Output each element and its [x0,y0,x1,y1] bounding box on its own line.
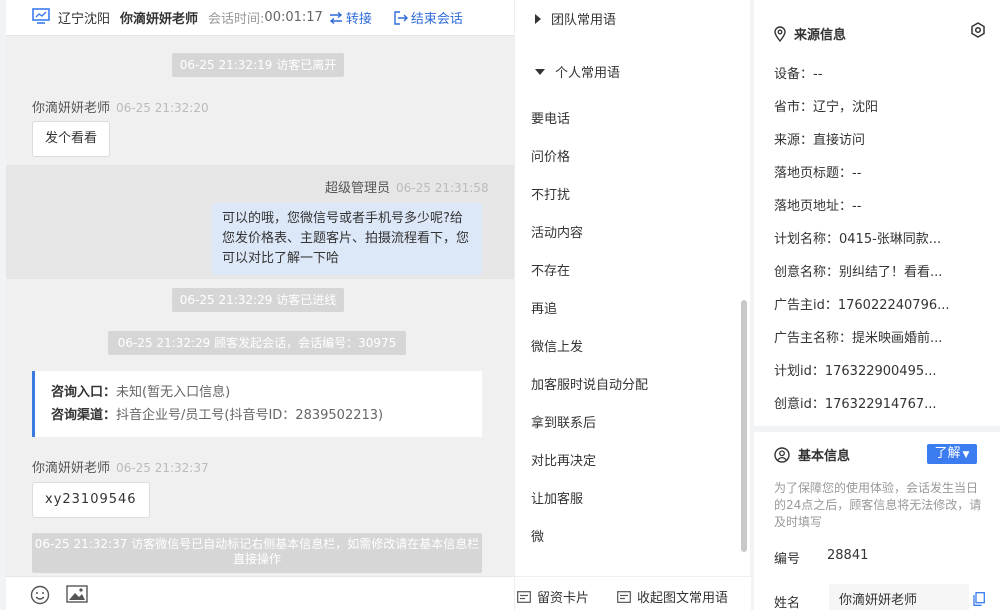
system-message: 06-25 21:32:29 顾客发起会话，会话编号：30975 [108,331,406,355]
source-field-creative-id: 创意id：176322914767... [774,397,937,412]
basic-info-note: 为了保障您的使用体验，会话发生当日的24点之后，顾客信息将无法修改，请及时填写 [774,481,982,529]
chat-header: 辽宁沈阳 你滴妍妍老师 会话时间: 00:01:17 转接 结束会话 [6,0,514,36]
source-field-advertiser-name: 广告主名称：提米映画婚前... [774,331,943,346]
phrase-item[interactable]: 活动内容 [531,222,583,241]
session-time-label: 会话时间: [208,12,265,27]
system-message: 06-25 21:32:37 访客微信号已自动标记右侧基本信息栏，如需修改请在基… [32,533,482,573]
lead-card-button[interactable]: 留资卡片 [517,587,589,606]
phrase-item[interactable]: 不打扰 [531,184,570,203]
message-timestamp: 06-25 21:32:37 [116,461,209,475]
session-time: 00:01:17 [264,10,323,25]
copy-icon[interactable] [973,592,985,606]
message-timestamp: 06-25 21:32:20 [116,101,209,115]
caret-down-icon [535,68,545,75]
message-list[interactable]: 06-25 21:32:19 访客已离开 你滴妍妍老师 06-25 21:32:2… [6,37,514,575]
customer-name-input[interactable] [829,584,969,610]
phrases-scrollbar[interactable] [741,300,747,552]
end-session-button[interactable]: 结束会话 [394,8,463,27]
customer-name-label: 姓名 [774,596,801,610]
monitor-icon [32,8,50,24]
caret-right-icon [535,13,541,24]
phrase-item[interactable]: 对比再决定 [531,450,596,469]
phrase-item[interactable]: 要电话 [531,108,570,127]
settings-icon[interactable] [970,22,986,38]
transfer-button[interactable]: 转接 [329,8,372,27]
consult-entry-row: 咨询入口：未知(暂无入口信息) [51,385,231,400]
message-sender-line: 你滴妍妍老师 06-25 21:32:37 [32,457,209,476]
input-toolbar [6,576,514,610]
message-bubble: xy23109546 [32,482,150,518]
source-field-region: 省市：辽宁，沈阳 [774,100,879,115]
source-field-origin: 来源：直接访问 [774,133,866,148]
sender-name: 你滴妍妍老师 [32,101,111,116]
source-field-landing-url: 落地页地址：-- [774,199,862,214]
exit-icon [394,10,408,25]
phrase-item[interactable]: 再追 [531,298,557,317]
user-circle-icon [774,446,790,463]
source-info-title: 来源信息 [774,24,846,43]
collapse-phrases-button[interactable]: 收起图文常用语 [617,587,728,606]
system-message: 06-25 21:32:29 访客已进线 [172,288,344,312]
visitor-info-panel: 来源信息 设备：-- 省市：辽宁，沈阳 来源：直接访问 落地页标题：-- 落地页… [754,0,1000,610]
phrase-item[interactable]: 微 [531,526,544,545]
consult-channel-row: 咨询渠道：抖音企业号/员工号(抖音号ID：2839502213) [51,408,384,423]
chat-panel: 辽宁沈阳 你滴妍妍老师 会话时间: 00:01:17 转接 结束会话 06-25… [6,0,514,610]
system-message: 06-25 21:32:19 访客已离开 [172,53,344,77]
customer-id-label: 编号 [774,552,801,567]
visitor-location: 辽宁沈阳 [58,12,111,27]
message-bubble: 发个看看 [32,121,111,157]
phrase-item[interactable]: 不存在 [531,260,570,279]
card-icon [517,590,531,603]
sender-name: 你滴妍妍老师 [32,461,111,476]
agent-message-bubble: 可以的哦，您微信号或者手机号多少呢?给您发价格表、主题客片、拍摄流程看下，您可以… [212,203,482,275]
phrase-item[interactable]: 让加客服 [531,488,583,507]
customer-id-value: 28841 [827,548,869,563]
phrase-item[interactable]: 拿到联系后 [531,412,596,431]
source-field-advertiser-id: 广告主id：176022240796... [774,298,950,313]
phrase-group-personal[interactable]: 个人常用语 [535,62,620,81]
phrase-item[interactable]: 问价格 [531,146,570,165]
phrase-item[interactable]: 微信上发 [531,336,583,355]
card-icon [617,590,631,603]
message-sender-line: 你滴妍妍老师 06-25 21:32:20 [32,97,209,116]
phrases-footer: 留资卡片 收起图文常用语 [515,576,751,610]
caret-down-icon: ▼ [962,450,970,460]
message-timestamp: 06-25 21:31:58 [396,181,489,195]
sender-name: 超级管理员 [325,181,391,196]
image-icon[interactable] [66,585,88,603]
basic-info-title: 基本信息 [774,445,850,464]
learn-more-button[interactable]: 了解 ▼ [927,444,977,464]
location-pin-icon [774,25,786,42]
emoji-icon[interactable] [30,585,50,605]
source-field-plan-id: 计划id：176322900495... [774,364,937,379]
message-sender-line: 超级管理员 06-25 21:31:58 [325,177,489,196]
phrases-panel: 团队常用语 个人常用语 要电话 问价格 不打扰 活动内容 不存在 再追 微信上发… [514,0,751,610]
visitor-name: 你滴妍妍老师 [120,12,199,27]
source-field-device: 设备：-- [774,67,823,82]
source-field-landing-title: 落地页标题：-- [774,166,862,181]
source-field-plan-name: 计划名称：0415-张琳同款... [774,232,942,247]
consult-info-card: 咨询入口：未知(暂无入口信息) 咨询渠道：抖音企业号/员工号(抖音号ID：283… [32,371,482,437]
section-divider [754,426,1000,432]
phrase-group-team[interactable]: 团队常用语 [535,9,616,28]
phrase-item[interactable]: 加客服时说自动分配 [531,374,648,393]
source-field-creative-name: 创意名称：别纠结了！看看... [774,265,943,280]
transfer-icon [329,11,342,24]
